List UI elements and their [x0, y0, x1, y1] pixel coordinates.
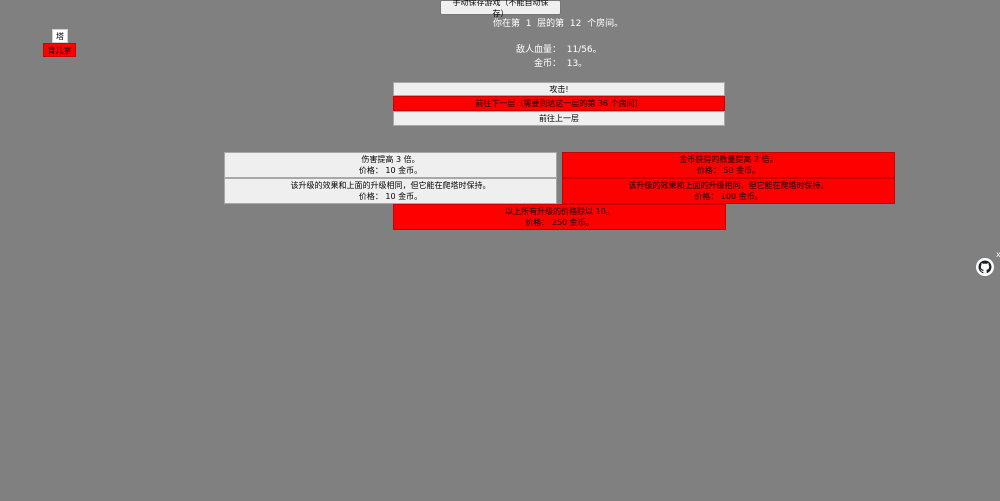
tab-nursery[interactable]: 育儿室: [43, 43, 76, 57]
next-floor-button[interactable]: 前往下一层（需要到达这一层的第 36 个房间）: [393, 96, 725, 111]
attack-button[interactable]: 攻击!: [393, 82, 725, 96]
manual-save-button[interactable]: 手动保存游戏（不能自动保存）: [440, 0, 561, 18]
prev-floor-button[interactable]: 前往上一层: [393, 111, 725, 126]
github-icon[interactable]: [976, 258, 994, 276]
upgrade-price: 价格： 250 金币。: [525, 218, 594, 227]
upgrade-description: 该升级的效果和上面的升级相同，但它能在爬塔时保持。: [290, 181, 491, 190]
coins-text: 金币： 13。: [534, 59, 588, 69]
enemy-hp-text: 敌人血量： 11/56。: [516, 45, 602, 55]
upgrade-description: 金币获得的数量提高 2 倍。: [679, 155, 778, 164]
upgrade-price: 价格： 50 金币。: [696, 166, 761, 175]
upgrade-damage-button[interactable]: 伤害提高 3 倍。 价格： 10 金币。: [224, 152, 557, 178]
upgrade-coin-gain-button[interactable]: 金币获得的数量提高 2 倍。 价格： 50 金币。: [562, 152, 895, 178]
upgrade-price: 价格： 10 金币。: [358, 192, 423, 201]
close-icon[interactable]: x: [996, 250, 1000, 259]
game-page: 手动保存游戏（不能自动保存） 塔 育儿室 你在第 1 层的第 12 个房间。 敌…: [0, 0, 1000, 501]
upgrade-price-reduction-button[interactable]: 以上所有升级的价格除以 10。 价格： 250 金币。: [393, 204, 726, 230]
upgrade-coin-persistent-button[interactable]: 该升级的效果和上面的升级相同，但它能在爬塔时保持。 价格： 100 金币。: [562, 178, 895, 204]
upgrade-price: 价格： 100 金币。: [694, 192, 763, 201]
upgrade-description: 伤害提高 3 倍。: [361, 155, 420, 164]
upgrade-description: 该升级的效果和上面的升级相同，但它能在爬塔时保持。: [628, 181, 829, 190]
upgrade-price: 价格： 10 金币。: [358, 166, 423, 175]
upgrade-damage-persistent-button[interactable]: 该升级的效果和上面的升级相同，但它能在爬塔时保持。 价格： 10 金币。: [224, 178, 557, 204]
tab-tower[interactable]: 塔: [52, 29, 68, 43]
upgrade-description: 以上所有升级的价格除以 10。: [505, 207, 614, 216]
room-position-text: 你在第 1 层的第 12 个房间。: [493, 19, 624, 29]
